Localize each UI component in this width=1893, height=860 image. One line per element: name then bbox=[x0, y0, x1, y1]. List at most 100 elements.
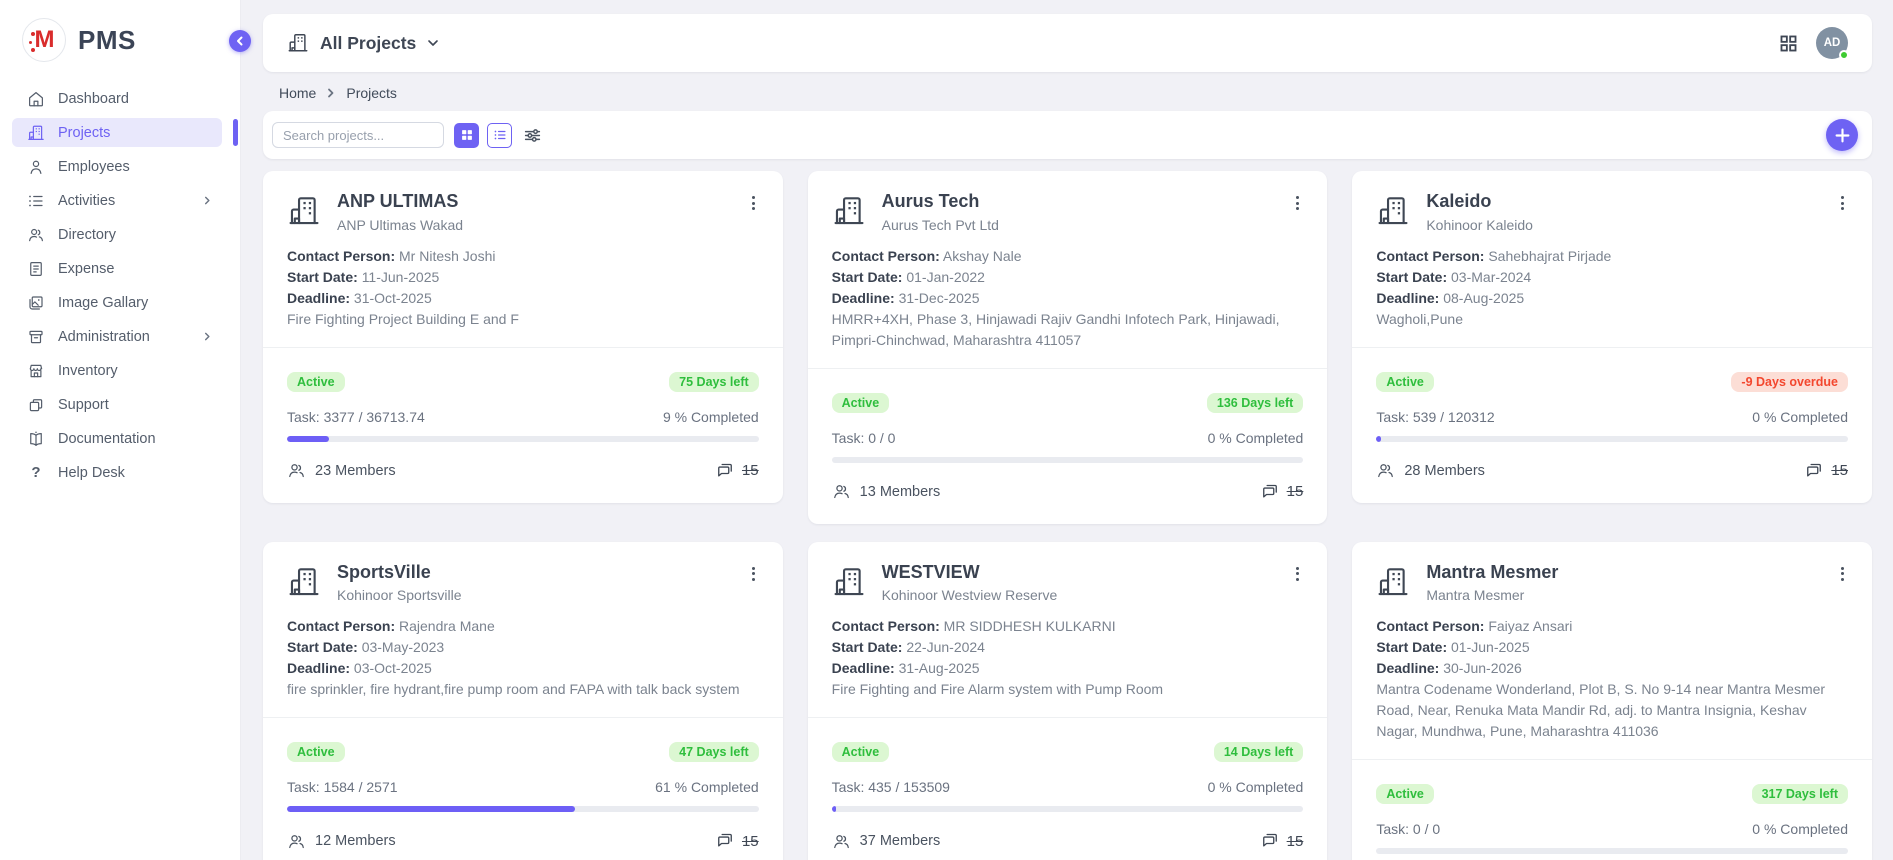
users-icon bbox=[832, 482, 851, 501]
days-badge: 14 Days left bbox=[1214, 742, 1303, 762]
sidebar-item-projects[interactable]: Projects bbox=[12, 118, 222, 147]
sidebar-item-inventory[interactable]: Inventory bbox=[12, 356, 222, 385]
start-date-label: Start Date: bbox=[1376, 639, 1447, 655]
project-card[interactable]: Aurus Tech Aurus Tech Pvt Ltd Contact Pe… bbox=[808, 171, 1328, 524]
search-input[interactable] bbox=[272, 122, 444, 148]
brand-logo[interactable]: M PMS bbox=[0, 0, 240, 76]
start-date-value: 01-Jan-2022 bbox=[906, 269, 985, 285]
building-icon bbox=[287, 193, 321, 229]
contact-value: Faiyaz Ansari bbox=[1488, 618, 1572, 634]
kebab-menu-icon[interactable] bbox=[748, 562, 759, 586]
apps-grid-icon[interactable] bbox=[1777, 32, 1800, 55]
project-subtitle: Aurus Tech Pvt Ltd bbox=[882, 217, 999, 233]
sidebar-item-label: Help Desk bbox=[58, 465, 125, 481]
card-divider bbox=[808, 368, 1328, 369]
users-icon bbox=[832, 832, 851, 851]
days-badge: -9 Days overdue bbox=[1731, 372, 1848, 392]
kebab-menu-icon[interactable] bbox=[748, 191, 759, 215]
user-icon bbox=[27, 158, 45, 176]
building-icon bbox=[287, 564, 321, 600]
main-content: All Projects AD Home Projects bbox=[241, 0, 1893, 860]
contact-value: Akshay Nale bbox=[943, 248, 1022, 264]
sidebar-item-directory[interactable]: Directory bbox=[12, 220, 222, 249]
project-info: Contact Person: Sahebhajrat Pirjade Star… bbox=[1376, 246, 1848, 330]
chat-link[interactable]: 15 bbox=[1804, 461, 1848, 481]
sidebar-item-label: Documentation bbox=[58, 431, 156, 447]
chat-icon bbox=[715, 831, 735, 851]
filter-sliders-icon[interactable] bbox=[521, 124, 544, 147]
sidebar-item-activities[interactable]: Activities bbox=[12, 186, 222, 215]
grid-view-button[interactable] bbox=[454, 123, 479, 148]
project-subtitle: Kohinoor Kaleido bbox=[1426, 217, 1533, 233]
breadcrumb-home[interactable]: Home bbox=[279, 85, 316, 101]
building-icon bbox=[832, 564, 866, 600]
sidebar-item-label: Expense bbox=[58, 261, 114, 277]
contact-label: Contact Person: bbox=[832, 618, 940, 634]
card-divider bbox=[808, 717, 1328, 718]
deadline-value: 31-Dec-2025 bbox=[899, 290, 980, 306]
breadcrumb-current: Projects bbox=[346, 85, 397, 101]
project-card[interactable]: Kaleido Kohinoor Kaleido Contact Person:… bbox=[1352, 171, 1872, 503]
task-count: Task: 1584 / 2571 bbox=[287, 779, 398, 795]
kebab-menu-icon[interactable] bbox=[1837, 562, 1848, 586]
status-badge: Active bbox=[1376, 372, 1434, 392]
contact-value: Mr Nitesh Joshi bbox=[399, 248, 495, 264]
kebab-menu-icon[interactable] bbox=[1292, 562, 1303, 586]
sidebar-item-administration[interactable]: Administration bbox=[12, 322, 222, 351]
completed-percent: 0 % Completed bbox=[1752, 821, 1848, 837]
completed-percent: 0 % Completed bbox=[1208, 779, 1304, 795]
project-card[interactable]: Mantra Mesmer Mantra Mesmer Contact Pers… bbox=[1352, 542, 1872, 860]
start-date-value: 11-Jun-2025 bbox=[362, 269, 440, 285]
contact-value: Rajendra Mane bbox=[399, 618, 495, 634]
sidebar-collapse-button[interactable] bbox=[229, 30, 251, 52]
chevron-right-icon bbox=[326, 88, 336, 98]
add-project-button[interactable] bbox=[1826, 119, 1858, 151]
project-card[interactable]: SportsVille Kohinoor Sportsville Contact… bbox=[263, 542, 783, 860]
deadline-label: Deadline: bbox=[287, 290, 350, 306]
chat-link[interactable]: 15 bbox=[715, 831, 759, 851]
deadline-label: Deadline: bbox=[287, 660, 350, 676]
plus-icon bbox=[1835, 128, 1850, 143]
project-card[interactable]: WESTVIEW Kohinoor Westview Reserve Conta… bbox=[808, 542, 1328, 860]
contact-label: Contact Person: bbox=[1376, 248, 1484, 264]
list-icon bbox=[27, 192, 45, 210]
sidebar-item-label: Activities bbox=[58, 193, 115, 209]
page-header: All Projects AD bbox=[263, 14, 1872, 72]
sidebar-item-help-desk[interactable]: ? Help Desk bbox=[12, 458, 222, 487]
invoice-icon bbox=[27, 260, 45, 278]
project-description: Mantra Codename Wonderland, Plot B, S. N… bbox=[1376, 679, 1848, 742]
status-badge: Active bbox=[287, 742, 345, 762]
archive-icon bbox=[27, 328, 45, 346]
kebab-menu-icon[interactable] bbox=[1292, 191, 1303, 215]
card-divider bbox=[263, 717, 783, 718]
project-title: ANP ULTIMAS bbox=[337, 191, 463, 213]
sidebar-item-image-gallery[interactable]: Image Gallary bbox=[12, 288, 222, 317]
chat-count: 15 bbox=[1287, 833, 1304, 850]
status-badge: Active bbox=[832, 742, 890, 762]
progress-bar bbox=[287, 806, 759, 812]
projects-toolbar bbox=[263, 111, 1872, 159]
sidebar-item-support[interactable]: Support bbox=[12, 390, 222, 419]
task-count: Task: 435 / 153509 bbox=[832, 779, 950, 795]
project-card[interactable]: ANP ULTIMAS ANP Ultimas Wakad Contact Pe… bbox=[263, 171, 783, 503]
kebab-menu-icon[interactable] bbox=[1837, 191, 1848, 215]
projects-filter-dropdown[interactable]: All Projects bbox=[287, 32, 439, 54]
chat-icon bbox=[1260, 831, 1280, 851]
sidebar-item-employees[interactable]: Employees bbox=[12, 152, 222, 181]
users-icon bbox=[27, 226, 45, 244]
chat-link[interactable]: 15 bbox=[715, 461, 759, 481]
building-icon bbox=[1376, 193, 1410, 229]
days-badge: 317 Days left bbox=[1752, 784, 1848, 804]
users-icon bbox=[1376, 461, 1395, 480]
sidebar-item-expense[interactable]: Expense bbox=[12, 254, 222, 283]
sidebar-item-documentation[interactable]: Documentation bbox=[12, 424, 222, 453]
sidebar-item-dashboard[interactable]: Dashboard bbox=[12, 84, 222, 113]
start-date-value: 03-May-2023 bbox=[362, 639, 445, 655]
members-count: 23 Members bbox=[315, 463, 396, 479]
book-icon bbox=[27, 430, 45, 448]
chat-link[interactable]: 15 bbox=[1260, 831, 1304, 851]
list-view-button[interactable] bbox=[487, 123, 512, 148]
chat-link[interactable]: 15 bbox=[1260, 482, 1304, 502]
deadline-value: 08-Aug-2025 bbox=[1443, 290, 1524, 306]
user-avatar[interactable]: AD bbox=[1816, 27, 1848, 59]
